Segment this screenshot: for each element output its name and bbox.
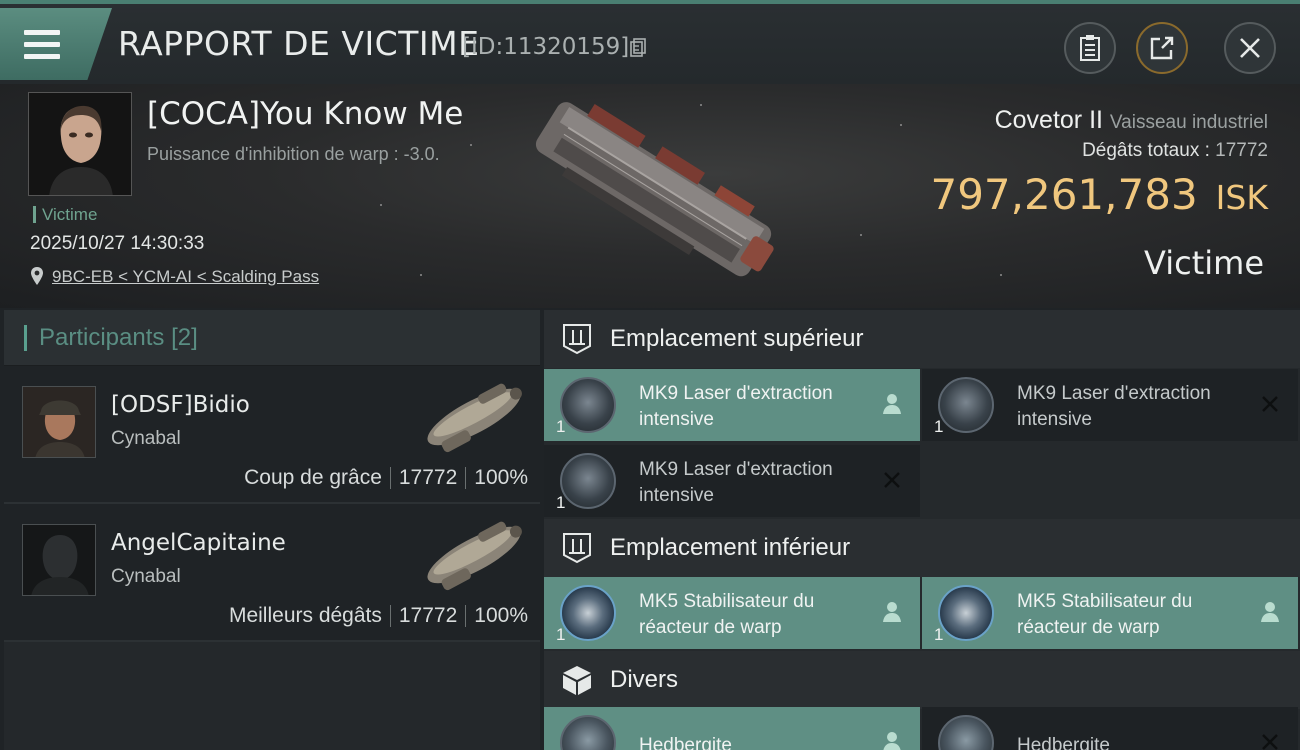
high-slot-title: Emplacement supérieur	[610, 325, 864, 352]
module-qty: 1	[934, 417, 944, 436]
person-icon	[1261, 602, 1279, 622]
menu-icon[interactable]	[24, 30, 60, 60]
kill-location-link[interactable]: 9BC-EB < YCM-AI < Scalding Pass	[52, 267, 319, 287]
participants-panel: Participants [2] [ODSF]Bidio Cynabal Cou…	[4, 310, 540, 750]
participants-count: [2]	[171, 323, 198, 351]
pin-icon	[31, 267, 43, 285]
module-qty: 1	[556, 417, 566, 436]
participant-role: Coup de grâce	[244, 466, 382, 489]
share-button[interactable]	[1136, 22, 1188, 74]
participants-header: Participants [2]	[4, 310, 540, 366]
person-icon	[883, 394, 901, 414]
close-button[interactable]	[1224, 22, 1276, 74]
victim-summary: [COCA]You Know Me Puissance d'inhibition…	[0, 84, 1300, 308]
share-icon	[1150, 36, 1174, 60]
isk-value: 797,261,783 ISK	[930, 170, 1268, 219]
low-slot-title: Emplacement inférieur	[610, 534, 851, 561]
participant-ship-image[interactable]	[414, 510, 534, 600]
x-icon	[884, 472, 900, 488]
total-damage-label: Dégâts totaux :	[1082, 140, 1210, 161]
victim-ship-image[interactable]	[508, 90, 798, 290]
role-label: Victime	[1144, 244, 1264, 282]
module-item[interactable]: 1 MK9 Laser d'extraction intensive	[544, 369, 920, 441]
misc-title: Divers	[610, 666, 679, 693]
module-icon	[938, 715, 994, 750]
fitting-panel: Emplacement supérieur 1 MK9 Laser d'extr…	[544, 310, 1300, 750]
module-item[interactable]: Hedbergite	[544, 707, 920, 750]
x-icon	[1262, 396, 1278, 412]
participant-row[interactable]: AngelCapitaine Cynabal Meilleurs dégâts 1…	[4, 504, 540, 642]
module-item[interactable]: 1 MK5 Stabilisateur du réacteur de warp	[922, 577, 1298, 649]
module-icon	[560, 585, 616, 641]
high-slot-icon	[563, 324, 591, 355]
isk-unit: ISK	[1215, 178, 1268, 217]
person-icon	[883, 732, 901, 750]
clipboard-button[interactable]	[1064, 22, 1116, 74]
module-qty: 1	[934, 625, 944, 644]
person-icon	[883, 602, 901, 622]
module-item[interactable]: 1 MK9 Laser d'extraction intensive	[544, 445, 920, 517]
module-icon	[938, 585, 994, 641]
participant-percent: 100%	[474, 604, 528, 627]
cargo-box-icon	[563, 666, 591, 695]
module-name: MK9 Laser d'extraction intensive	[1017, 383, 1211, 430]
victim-ship-type[interactable]: Covetor II Vaisseau industriel	[995, 106, 1268, 135]
high-slot-header: Emplacement supérieur	[544, 310, 1300, 368]
page-title: RAPPORT DE VICTIME	[118, 24, 480, 63]
module-name: Hedbergite	[1017, 735, 1110, 750]
participant-role: Meilleurs dégâts	[228, 604, 382, 627]
module-name: MK9 Laser d'extraction intensive	[639, 459, 833, 506]
participant-damage: 17772	[398, 466, 458, 489]
module-qty: 1	[556, 493, 566, 512]
menu-tab[interactable]	[0, 8, 112, 80]
victim-portrait[interactable]	[28, 92, 132, 196]
isk-amount: 797,261,783	[930, 170, 1198, 219]
ship-name: Covetor II	[994, 106, 1103, 134]
participant-name[interactable]: AngelCapitaine	[111, 530, 286, 556]
participant-avatar[interactable]	[22, 524, 96, 596]
copy-icon[interactable]	[630, 38, 646, 58]
x-icon	[1262, 734, 1278, 750]
module-icon	[560, 715, 616, 750]
participants-label: Participants	[39, 323, 165, 351]
participant-damage: 17772	[398, 604, 458, 627]
victim-tag: Victime	[33, 206, 97, 223]
participant-avatar[interactable]	[22, 386, 96, 458]
module-item[interactable]: Hedbergite	[922, 707, 1298, 750]
module-name: MK5 Stabilisateur du réacteur de warp	[1017, 591, 1193, 638]
module-icon	[938, 377, 994, 433]
ship-class: Vaisseau industriel	[1109, 112, 1268, 133]
participant-name[interactable]: [ODSF]Bidio	[111, 392, 250, 418]
module-item[interactable]: 1 MK9 Laser d'extraction intensive	[922, 369, 1298, 441]
report-id: [ID:11320159]	[462, 34, 630, 60]
participant-ship-image[interactable]	[414, 372, 534, 462]
warp-strength: Puissance d'inhibition de warp : -3.0.	[147, 144, 440, 164]
total-damage: Dégâts totaux : 17772	[1082, 140, 1268, 162]
participant-ship: Cynabal	[111, 428, 181, 449]
module-qty: 1	[556, 625, 566, 644]
total-damage-value: 17772	[1215, 140, 1268, 161]
misc-header: Divers	[544, 651, 1300, 709]
participant-percent: 100%	[474, 466, 528, 489]
module-item[interactable]: 1 MK5 Stabilisateur du réacteur de warp	[544, 577, 920, 649]
module-icon	[560, 377, 616, 433]
low-slot-icon	[563, 533, 591, 564]
clipboard-icon	[1080, 35, 1100, 61]
participant-ship: Cynabal	[111, 566, 181, 587]
module-name: Hedbergite	[639, 735, 732, 750]
low-slot-header: Emplacement inférieur	[544, 519, 1300, 577]
participant-stats: Meilleurs dégâts 17772 100%	[229, 604, 528, 628]
module-name: MK9 Laser d'extraction intensive	[639, 383, 833, 430]
module-icon	[560, 453, 616, 509]
kill-datetime: 2025/10/27 14:30:33	[30, 233, 205, 254]
victim-name[interactable]: [COCA]You Know Me	[147, 96, 463, 132]
participant-stats: Coup de grâce 17772 100%	[244, 466, 528, 490]
module-name: MK5 Stabilisateur du réacteur de warp	[639, 591, 815, 638]
participant-row[interactable]: [ODSF]Bidio Cynabal Coup de grâce 17772 10…	[4, 366, 540, 504]
close-icon	[1240, 38, 1260, 58]
report-header: RAPPORT DE VICTIME [ID:11320159]	[0, 0, 1300, 84]
